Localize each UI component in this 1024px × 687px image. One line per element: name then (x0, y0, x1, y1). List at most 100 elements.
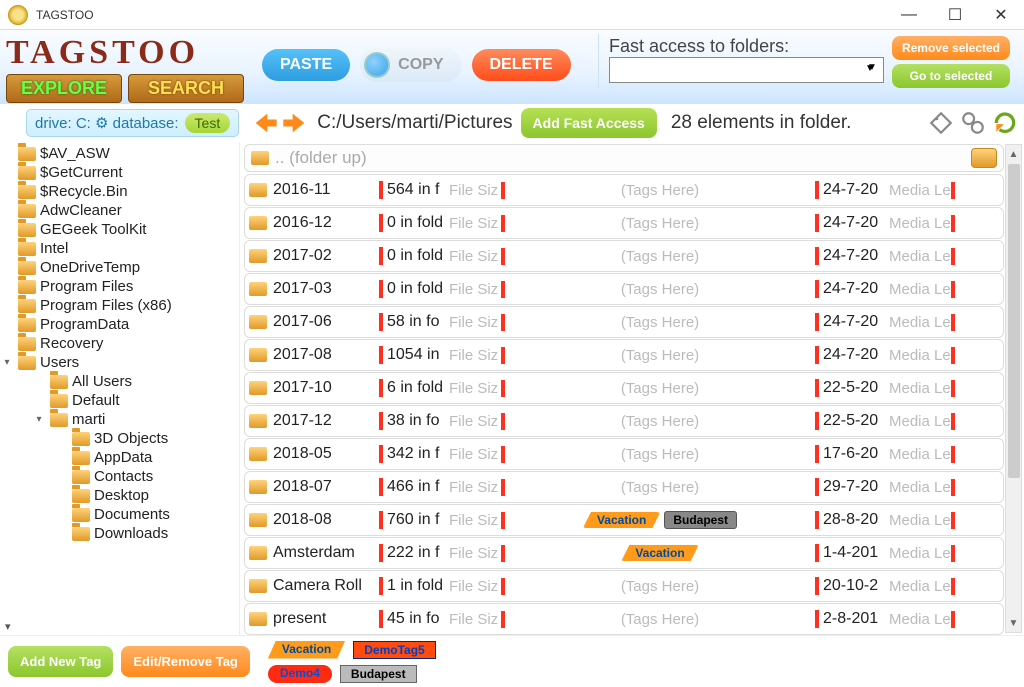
tree-item[interactable]: ProgramData (2, 315, 239, 334)
file-row[interactable]: Camera Roll1 in foldFile Siz(Tags Here)2… (244, 570, 1004, 602)
row-tags[interactable]: (Tags Here) (505, 479, 815, 496)
file-row[interactable]: 2018-07466 in fFile Siz(Tags Here)29-7-2… (244, 471, 1004, 503)
tree-item[interactable]: Documents (2, 505, 239, 524)
tab-search[interactable]: SEARCH (128, 74, 244, 103)
row-tags[interactable]: (Tags Here) (505, 347, 815, 364)
tree-item[interactable]: Program Files (x86) (2, 296, 239, 315)
tree-item[interactable]: $AV_ASW (2, 144, 239, 163)
paste-button[interactable]: PASTE (262, 49, 350, 81)
close-button[interactable]: ✕ (978, 0, 1024, 30)
expand-icon[interactable]: ▾ (34, 414, 44, 425)
row-date: 28-8-20 (815, 511, 889, 529)
vertical-scrollbar[interactable]: ▲ ▼ (1005, 144, 1022, 633)
tree-item[interactable]: All Users (2, 372, 239, 391)
tab-explore[interactable]: EXPLORE (6, 74, 122, 103)
tree-item[interactable]: Intel (2, 239, 239, 258)
file-row[interactable]: 2018-05342 in fFile Siz(Tags Here)17-6-2… (244, 438, 1004, 470)
tree-item[interactable]: ▾Users (2, 353, 239, 372)
row-date: 24-7-20 (815, 214, 889, 232)
tree-item[interactable]: Recovery (2, 334, 239, 353)
file-row[interactable]: 2017-081054 inFile Siz(Tags Here)24-7-20… (244, 339, 1004, 371)
row-tags[interactable]: (Tags Here) (505, 413, 815, 430)
tree-item[interactable]: Desktop (2, 486, 239, 505)
row-tags[interactable]: (Tags Here) (505, 314, 815, 331)
expand-icon[interactable]: ▾ (2, 357, 12, 368)
row-tags[interactable]: Vacation (505, 545, 815, 561)
palette-tag-demo4[interactable]: Demo4 (268, 665, 332, 683)
folder-up-row[interactable]: .. (folder up) (244, 144, 1004, 172)
tag-multi-icon[interactable] (960, 110, 986, 136)
tree-item[interactable]: Default (2, 391, 239, 410)
file-row[interactable]: 2017-030 in foldFile Siz(Tags Here)24-7-… (244, 273, 1004, 305)
row-name: 2018-08 (273, 511, 379, 529)
maximize-button[interactable]: ☐ (932, 0, 978, 30)
row-tags[interactable]: (Tags Here) (505, 578, 815, 595)
tree-item[interactable]: GEGeek ToolKit (2, 220, 239, 239)
tree-item-label: $AV_ASW (40, 145, 110, 162)
copy-button[interactable]: COPY (360, 48, 461, 82)
row-tags[interactable]: (Tags Here) (505, 446, 815, 463)
tree-item[interactable]: Contacts (2, 467, 239, 486)
file-row[interactable]: 2017-020 in foldFile Siz(Tags Here)24-7-… (244, 240, 1004, 272)
tag-chip[interactable]: Vacation (583, 512, 660, 528)
row-tags[interactable]: (Tags Here) (505, 281, 815, 298)
go-to-selected-button[interactable]: Go to selected (892, 64, 1010, 88)
refresh-icon[interactable] (992, 110, 1018, 136)
tree-item[interactable]: OneDriveTemp (2, 258, 239, 277)
file-row[interactable]: 2017-1238 in foFile Siz(Tags Here)22-5-2… (244, 405, 1004, 437)
test-button[interactable]: Test (185, 113, 231, 133)
row-date: 24-7-20 (815, 313, 889, 331)
tag-chip[interactable]: Vacation (621, 545, 698, 561)
tree-item[interactable]: 3D Objects (2, 429, 239, 448)
scroll-down-icon[interactable]: ▼ (1006, 614, 1021, 632)
row-tags[interactable]: (Tags Here) (505, 611, 815, 628)
row-filesize-placeholder: File Siz (449, 413, 505, 430)
tag-chip[interactable]: Budapest (664, 511, 737, 529)
delete-button[interactable]: DELETE (472, 49, 571, 81)
file-row[interactable]: 2017-106 in foldFile Siz(Tags Here)22-5-… (244, 372, 1004, 404)
folder-icon (18, 261, 36, 275)
tree-item[interactable]: $Recycle.Bin (2, 182, 239, 201)
row-tags[interactable]: (Tags Here) (505, 380, 815, 397)
tree-item[interactable]: Downloads (2, 524, 239, 543)
folder-icon (50, 394, 68, 408)
folder-icon (18, 185, 36, 199)
folder-tree[interactable]: $AV_ASW$GetCurrent$Recycle.BinAdwCleaner… (0, 142, 240, 635)
file-row[interactable]: 2017-0658 in foFile Siz(Tags Here)24-7-2… (244, 306, 1004, 338)
folder-up-tail-icon[interactable] (971, 148, 997, 168)
nav-back-icon[interactable] (251, 109, 279, 137)
add-fast-access-button[interactable]: Add Fast Access (521, 108, 657, 138)
tree-item-label: ProgramData (40, 316, 129, 333)
scroll-thumb[interactable] (1008, 164, 1020, 478)
folder-icon (72, 432, 90, 446)
file-row[interactable]: 2016-120 in foldFile Siz(Tags Here)24-7-… (244, 207, 1004, 239)
tree-item[interactable]: AppData (2, 448, 239, 467)
fast-access-select[interactable]: ▼ (609, 57, 884, 83)
file-row[interactable]: Amsterdam222 in fFile SizVacation1-4-201… (244, 537, 1004, 569)
palette-tag-budapest[interactable]: Budapest (340, 665, 417, 683)
row-tags[interactable]: (Tags Here) (505, 215, 815, 232)
scroll-up-icon[interactable]: ▲ (1006, 145, 1021, 163)
file-row[interactable]: 2018-08760 in fFile SizVacationBudapest2… (244, 504, 1004, 536)
folder-icon (251, 151, 269, 165)
tree-item[interactable]: ▾marti (2, 410, 239, 429)
row-name: 2017-12 (273, 412, 379, 430)
drive-pill[interactable]: drive: C: ⚙ database: Test (26, 109, 239, 137)
palette-tag-demotag5[interactable]: DemoTag5 (353, 641, 435, 659)
expand-more-icon[interactable]: ▾ (5, 620, 11, 633)
tree-item[interactable]: Program Files (2, 277, 239, 296)
tree-item[interactable]: AdwCleaner (2, 201, 239, 220)
file-row[interactable]: 2016-11564 in fFile Siz(Tags Here)24-7-2… (244, 174, 1004, 206)
tag-single-icon[interactable] (928, 110, 954, 136)
row-tags[interactable]: VacationBudapest (505, 511, 815, 529)
tree-item[interactable]: $GetCurrent (2, 163, 239, 182)
minimize-button[interactable]: — (886, 0, 932, 30)
row-tags[interactable]: (Tags Here) (505, 182, 815, 199)
file-row[interactable]: present45 in foFile Siz(Tags Here)2-8-20… (244, 603, 1004, 635)
add-new-tag-button[interactable]: Add New Tag (8, 646, 113, 677)
palette-tag-vacation[interactable]: Vacation (268, 641, 345, 659)
remove-selected-button[interactable]: Remove selected (892, 36, 1010, 60)
edit-remove-tag-button[interactable]: Edit/Remove Tag (121, 646, 250, 677)
row-tags[interactable]: (Tags Here) (505, 248, 815, 265)
nav-forward-icon[interactable] (281, 109, 309, 137)
